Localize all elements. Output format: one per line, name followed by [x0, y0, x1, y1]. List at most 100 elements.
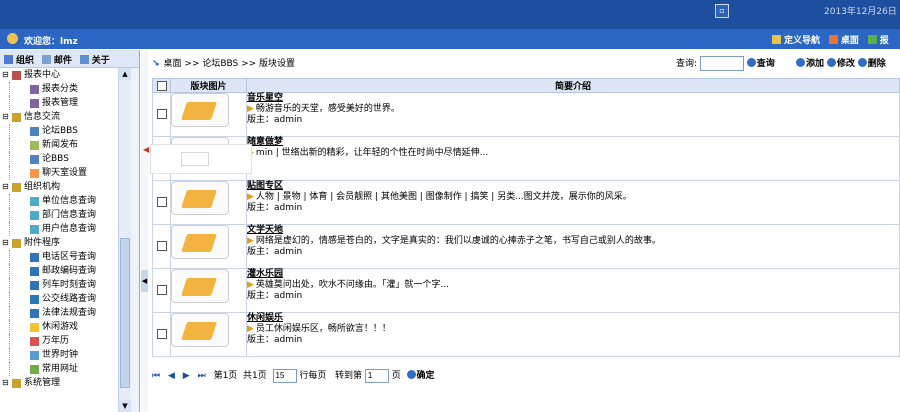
book-icon — [181, 322, 217, 340]
tree-item[interactable]: 用户信息查询 — [0, 222, 118, 236]
board-thumbnail[interactable] — [171, 181, 229, 215]
tree-item[interactable]: 电话区号查询 — [0, 250, 118, 264]
prev-page-icon[interactable]: ◀ — [168, 371, 175, 381]
goto-page-input[interactable] — [364, 368, 389, 383]
description-cell: 音乐星空 ▶ 畅游音乐的天堂，感受美好的世界。 版主：admin — [246, 92, 900, 137]
tree-item[interactable]: 万年历 — [0, 334, 118, 348]
board-title[interactable]: 灌水乐园 — [247, 269, 899, 280]
tree-line — [9, 166, 10, 180]
tree-item[interactable]: 单位信息查询 — [0, 194, 118, 208]
tree-item[interactable]: 邮政编码查询 — [0, 264, 118, 278]
scroll-down-icon[interactable]: ▼ — [119, 400, 131, 412]
custom-nav-link[interactable]: 定义导航 — [772, 35, 820, 46]
expand-toggle-icon[interactable]: ⊟ — [2, 68, 9, 82]
tab-about[interactable]: 关于 — [79, 55, 110, 66]
scroll-up-icon[interactable]: ▲ — [119, 68, 131, 80]
table-row[interactable]: 文学天地 ▶ 网络是虚幻的，情感是苍白的，文字是真实的：我们以虔诚的心捧赤子之笔，书… — [152, 224, 900, 269]
first-page-icon[interactable]: ⏮ — [152, 371, 160, 381]
image-cell — [170, 224, 247, 269]
expand-toggle-icon[interactable]: ⊟ — [2, 376, 9, 390]
collapse-arrow-icon[interactable]: ◀ — [141, 270, 148, 292]
table-row[interactable]: 灌水乐园 ▶ 英雄莫问出处，吹水不问缘由。「灌」就一个字... 版主：admin — [152, 268, 900, 313]
tree-label: 常用网址 — [42, 364, 79, 374]
row-checkbox[interactable] — [156, 241, 167, 251]
globe-icon — [30, 295, 39, 304]
sidebar: 组织 邮件 关于 ⊟ 报表中心 报表分类报表管理 ⊟ 信息交流 论坛BBS 新闻发布 论BBS… — [0, 50, 140, 412]
confirm-button[interactable]: 确定 — [406, 370, 435, 381]
tree-item[interactable]: 法律法规查询 — [0, 306, 118, 320]
query-label: 查询: — [676, 59, 698, 69]
description-cell: 休闲娱乐 ▶ 员工休闲娱乐区，畅所欲言！！！ 版主：admin — [246, 312, 900, 357]
board-title[interactable]: 随意做梦 — [247, 137, 899, 148]
tree-item[interactable]: 公交线路查询 — [0, 292, 118, 306]
tree-line — [9, 292, 10, 306]
table-row[interactable]: 随意做梦▶min | 世络出新的精彩，让年轻的个性在时尚中尽情延伸... — [152, 136, 900, 181]
globe-icon — [30, 281, 39, 290]
report-icon — [30, 99, 39, 108]
tab-mail[interactable]: 邮件 — [41, 55, 72, 66]
table-row[interactable]: 音乐星空 ▶ 畅游音乐的天堂，感受美好的世界。 版主：admin — [152, 92, 900, 137]
board-title[interactable]: 文学天地 — [247, 225, 899, 236]
expand-toggle-icon[interactable]: ⊟ — [2, 180, 9, 194]
query-input[interactable] — [699, 56, 744, 71]
tree-group[interactable]: ⊟ 报表中心 — [0, 68, 118, 82]
delete-button[interactable]: 删除 — [857, 58, 886, 69]
book-icon — [181, 278, 217, 296]
row-checkbox[interactable] — [156, 197, 167, 207]
next-page-icon[interactable]: ▶ — [183, 371, 190, 381]
table-row[interactable]: 贴图专区 ▶ 人物 | 景物 | 体育 | 会员靓照 | 其他美图 | 图像制作 |… — [152, 180, 900, 225]
row-checkbox[interactable] — [156, 285, 167, 295]
globe-icon — [30, 253, 39, 262]
board-thumbnail[interactable] — [171, 269, 229, 303]
board-title[interactable]: 贴图专区 — [247, 181, 899, 192]
query-button[interactable]: 查询 — [746, 58, 775, 69]
edit-icon — [826, 58, 836, 67]
sidebar-scrollbar[interactable]: ▲ ▼ — [118, 68, 131, 412]
board-title[interactable]: 音乐星空 — [247, 93, 899, 104]
last-page-icon[interactable]: ⏭ — [198, 371, 206, 381]
sidebar-splitter[interactable]: ◀ — [141, 50, 148, 412]
tree-line — [9, 306, 10, 320]
board-thumbnail[interactable] — [171, 93, 229, 127]
row-checkbox[interactable] — [156, 109, 167, 119]
tree-item[interactable]: 新闻发布 — [0, 138, 118, 152]
tree-label: 报表管理 — [42, 98, 79, 108]
query-bar: 查询: 查询 — [676, 56, 775, 71]
tree-line — [9, 222, 10, 236]
tree-item[interactable]: 报表管理 — [0, 96, 118, 110]
tree-group[interactable]: ⊟ 组织机构 — [0, 180, 118, 194]
page-info: 第1页 — [213, 371, 238, 381]
row-checkbox[interactable] — [156, 329, 167, 339]
board-thumbnail[interactable] — [171, 313, 229, 347]
select-all-checkbox[interactable] — [156, 80, 167, 91]
expand-toggle-icon[interactable]: ⊟ — [2, 236, 9, 250]
tree-item[interactable]: 部门信息查询 — [0, 208, 118, 222]
expand-toggle-icon[interactable]: ⊟ — [2, 110, 9, 124]
board-moderator: 版主：admin — [247, 203, 303, 213]
tree-item[interactable]: 世界时钟 — [0, 348, 118, 362]
tab-org[interactable]: 组织 — [4, 55, 34, 66]
table-row[interactable]: 休闲娱乐 ▶ 员工休闲娱乐区，畅所欲言！！！ 版主：admin — [152, 312, 900, 357]
edit-button[interactable]: 修改 — [826, 58, 855, 69]
tree-group[interactable]: ⊟ 系统管理 — [0, 376, 118, 390]
report-link[interactable]: 报 — [867, 35, 889, 46]
tree-item[interactable]: 常用网址 — [0, 362, 118, 376]
tree-line — [9, 334, 10, 348]
add-button[interactable]: 添加 — [796, 58, 824, 69]
per-page-input[interactable] — [272, 368, 297, 383]
board-thumbnail[interactable] — [171, 225, 229, 259]
tree-item[interactable]: 论BBS — [0, 152, 118, 166]
tree-group[interactable]: ⊟ 信息交流 — [0, 110, 118, 124]
folder-icon — [12, 183, 21, 192]
table-body: 音乐星空▶畅游音乐的天堂，感受美好的世界。版主：admin随意做梦▶min | … — [152, 92, 900, 357]
desktop-link[interactable]: 桌面 — [828, 35, 859, 46]
tree-group[interactable]: ⊟ 附件程序 — [0, 236, 118, 250]
tree-item[interactable]: 列车时刻查询 — [0, 278, 118, 292]
scroll-thumb[interactable] — [120, 238, 130, 388]
tree-item[interactable]: 休闲游戏 — [0, 320, 118, 334]
window-icon[interactable]: ▫ — [715, 4, 729, 18]
tree-item[interactable]: 报表分类 — [0, 82, 118, 96]
board-title[interactable]: 休闲娱乐 — [247, 313, 899, 324]
tree-item[interactable]: 论坛BBS — [0, 124, 118, 138]
tree-item[interactable]: 聊天室设置 — [0, 166, 118, 180]
